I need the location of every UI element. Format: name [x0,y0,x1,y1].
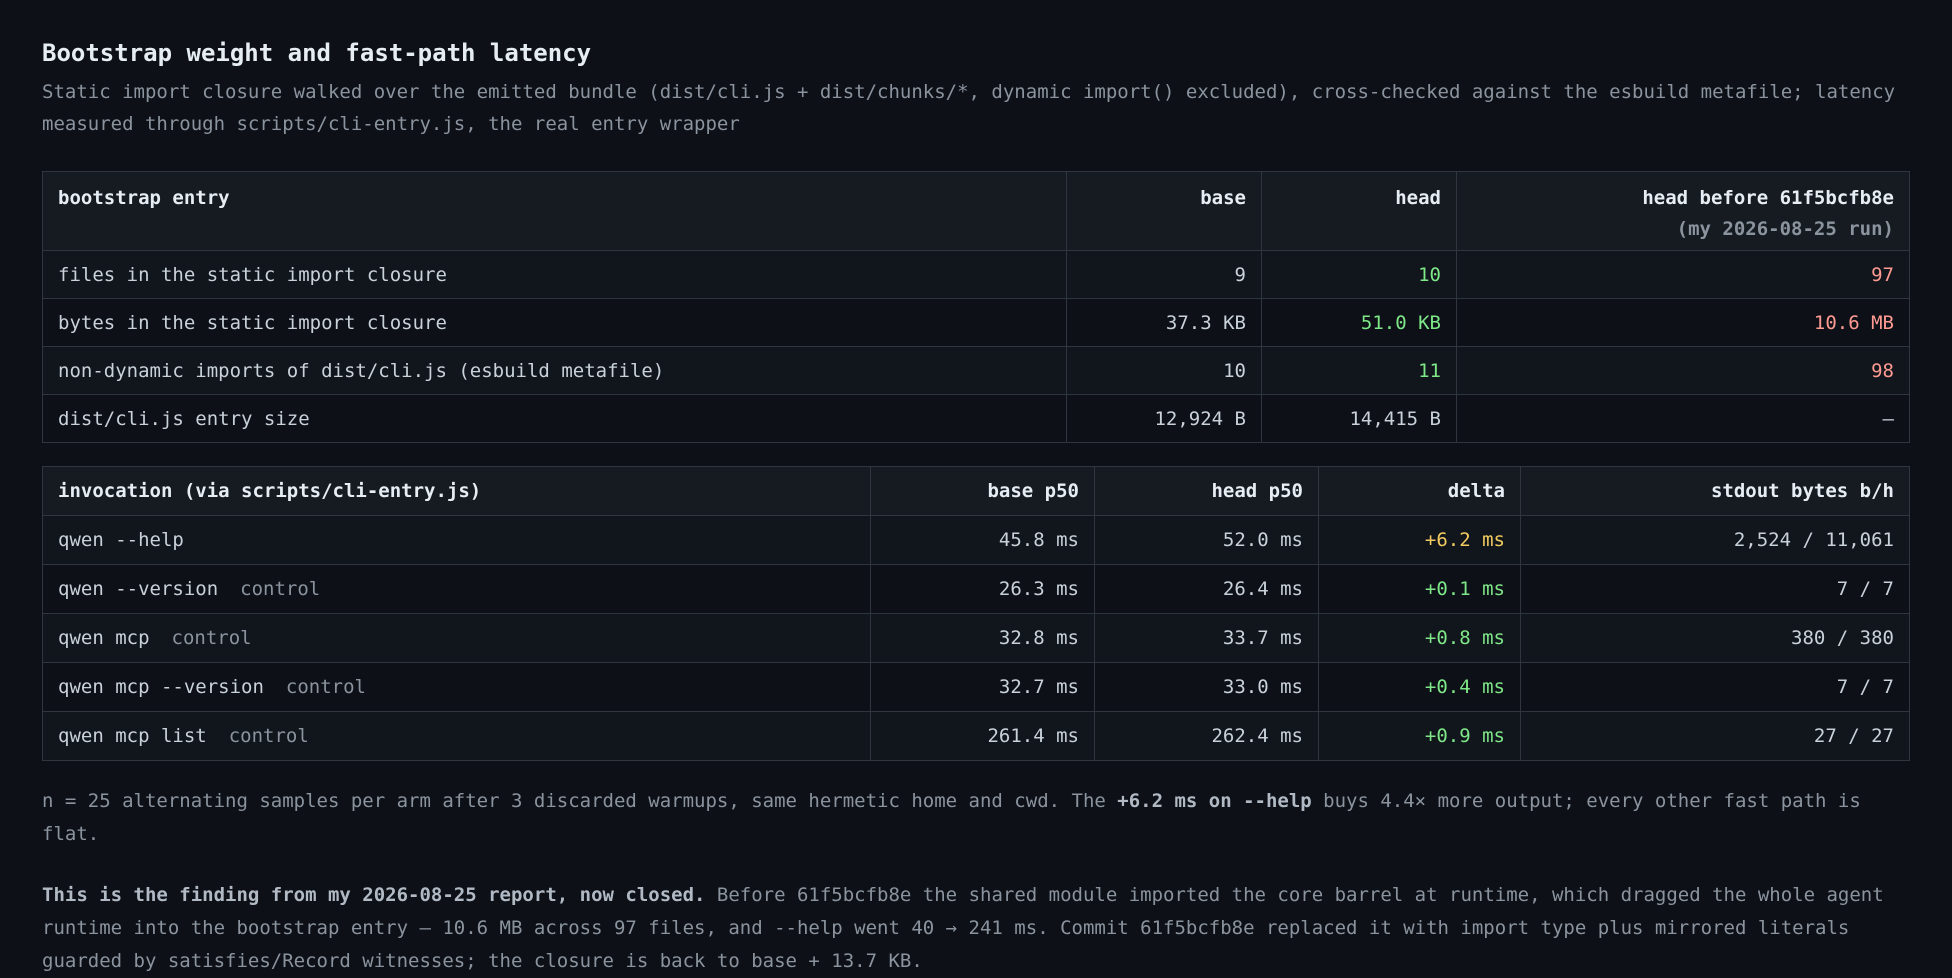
head-p50-value: 33.0 ms [1094,662,1319,712]
head-p50-value: 33.7 ms [1094,613,1319,663]
table-row: qwen --version control 26.3 ms 26.4 ms +0… [42,564,1910,614]
stdout-value: 7 / 7 [1520,564,1910,614]
head-value: 51.0 KB [1261,298,1457,347]
invocation-header-row: invocation (via scripts/cli-entry.js) ba… [42,466,1910,516]
delta-value: +6.2 ms [1318,515,1521,565]
command-text: qwen --help [58,529,184,551]
col-header-invocation: invocation (via scripts/cli-entry.js) [42,466,871,516]
col-header-base-p50: base p50 [870,466,1095,516]
command-cell: qwen mcp --version control [42,662,871,712]
head-p50-value: 26.4 ms [1094,564,1319,614]
bootstrap-header-row: bootstrap entry base head head before 61… [42,171,1910,251]
page-title: Bootstrap weight and fast-path latency [42,39,592,67]
stdout-value: 2,524 / 11,061 [1520,515,1910,565]
notes: n = 25 alternating samples per arm after… [42,785,1910,978]
row-label: dist/cli.js entry size [42,394,1067,443]
before-value: 98 [1456,346,1910,395]
col-header-before: head before 61f5bcfb8e (my 2026-08-25 ru… [1456,171,1910,251]
delta-value: +0.1 ms [1318,564,1521,614]
row-label: bytes in the static import closure [42,298,1067,347]
command-text: qwen mcp --version [58,676,264,698]
row-label: files in the static import closure [42,250,1067,299]
before-value: 10.6 MB [1456,298,1910,347]
sampling-note: n = 25 alternating samples per arm after… [42,785,1910,851]
sampling-note-highlight: +6.2 ms on --help [1117,790,1312,812]
col-header-before-sub: (my 2026-08-25 run) [1676,218,1894,240]
col-header-delta: delta [1318,466,1521,516]
page-subtitle: Static import closure walked over the em… [42,81,1896,135]
before-value: 97 [1456,250,1910,299]
control-tag: control [285,676,366,698]
control-tag: control [240,578,321,600]
control-tag: control [228,725,309,747]
command-cell: qwen --help [42,515,871,565]
command-text: qwen --version [58,578,219,600]
table-row: qwen --help 45.8 ms 52.0 ms +6.2 ms 2,52… [42,515,1910,565]
finding-note-lead: This is the finding from my 2026-08-25 r… [42,884,706,906]
table-row: non-dynamic imports of dist/cli.js (esbu… [42,346,1910,395]
command-cell: qwen mcp control [42,613,871,663]
base-p50-value: 26.3 ms [870,564,1095,614]
head-value: 11 [1261,346,1457,395]
control-tag: control [171,627,252,649]
table-row: qwen mcp --version control 32.7 ms 33.0 m… [42,662,1910,712]
head-p50-value: 262.4 ms [1094,711,1319,761]
base-p50-value: 32.7 ms [870,662,1095,712]
base-value: 37.3 KB [1066,298,1262,347]
finding-note: This is the finding from my 2026-08-25 r… [42,879,1910,978]
bootstrap-table: bootstrap entry base head head before 61… [42,171,1910,443]
col-header-base: base [1066,171,1262,251]
before-value: – [1456,394,1910,443]
invocation-table: invocation (via scripts/cli-entry.js) ba… [42,466,1910,761]
row-label: non-dynamic imports of dist/cli.js (esbu… [42,346,1067,395]
head-value: 14,415 B [1261,394,1457,443]
command-cell: qwen mcp list control [42,711,871,761]
delta-value: +0.8 ms [1318,613,1521,663]
base-value: 12,924 B [1066,394,1262,443]
table-row: bytes in the static import closure 37.3 … [42,298,1910,347]
stdout-value: 380 / 380 [1520,613,1910,663]
command-text: qwen mcp list [58,725,207,747]
head-p50-value: 52.0 ms [1094,515,1319,565]
stdout-value: 27 / 27 [1520,711,1910,761]
col-header-entry: bootstrap entry [42,171,1067,251]
delta-value: +0.9 ms [1318,711,1521,761]
command-cell: qwen --version control [42,564,871,614]
table-row: qwen mcp list control 261.4 ms 262.4 ms +… [42,711,1910,761]
delta-value: +0.4 ms [1318,662,1521,712]
base-value: 9 [1066,250,1262,299]
base-p50-value: 32.8 ms [870,613,1095,663]
col-header-before-label: head before 61f5bcfb8e [1642,187,1894,209]
col-header-head-p50: head p50 [1094,466,1319,516]
stdout-value: 7 / 7 [1520,662,1910,712]
head-value: 10 [1261,250,1457,299]
col-header-stdout: stdout bytes b/h [1520,466,1910,516]
base-p50-value: 261.4 ms [870,711,1095,761]
table-row: dist/cli.js entry size 12,924 B 14,415 B… [42,394,1910,443]
table-row: files in the static import closure 9 10 … [42,250,1910,299]
col-header-head: head [1261,171,1457,251]
command-text: qwen mcp [58,627,150,649]
base-p50-value: 45.8 ms [870,515,1095,565]
table-row: qwen mcp control 32.8 ms 33.7 ms +0.8 ms … [42,613,1910,663]
base-value: 10 [1066,346,1262,395]
sampling-note-pre: n = 25 alternating samples per arm after… [42,790,1118,812]
report: Bootstrap weight and fast-path latency S… [42,38,1910,978]
